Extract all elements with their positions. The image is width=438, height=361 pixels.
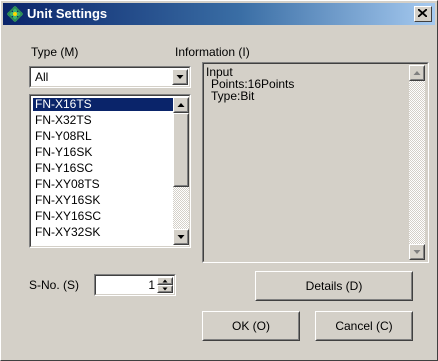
dropdown-button[interactable] [172,69,188,85]
ok-button-label: OK (O) [232,319,270,333]
info-scroll-up-button[interactable] [409,65,425,81]
chevron-up-icon [413,71,421,75]
type-dropdown-value: All [35,70,49,84]
chevron-down-icon [177,235,185,239]
ok-button[interactable]: OK (O) [202,311,300,341]
chevron-up-icon [177,103,185,107]
chevron-up-icon [162,279,168,283]
list-item[interactable]: FN-Y08RL [33,130,174,143]
chevron-down-icon [162,287,168,291]
information-text: Input Points:16Points Type:Bit [206,66,294,102]
information-label: Information (I) [175,45,250,59]
sno-decrement-button[interactable] [157,285,173,293]
info-line: Type:Bit [211,89,255,103]
type-label: Type (M) [31,45,79,59]
sno-label: S-No. (S) [29,278,80,292]
list-item[interactable]: FN-XY16SC [33,210,174,223]
info-scroll-down-button[interactable] [409,244,425,260]
scroll-thumb[interactable] [173,113,189,187]
window-title: Unit Settings [27,6,108,21]
title-bar[interactable]: Unit Settings [3,3,435,25]
scroll-up-button[interactable] [173,97,189,113]
cancel-button-label: Cancel (C) [335,319,393,333]
list-item[interactable]: FN-XY16SK [33,194,174,207]
list-item[interactable]: FN-XY08TS [33,178,174,191]
sno-stepper[interactable]: 1 [94,274,176,296]
list-item[interactable]: FN-XY32SK [33,226,174,239]
type-dropdown[interactable]: All [29,66,191,88]
scroll-down-button[interactable] [173,229,189,245]
sno-increment-button[interactable] [157,277,173,285]
close-button[interactable] [414,6,432,22]
chevron-down-icon [176,75,184,79]
list-item[interactable]: FN-X32TS [33,114,174,127]
details-button-label: Details (D) [305,279,363,293]
list-item[interactable]: FN-Y16SK [33,146,174,159]
sno-value: 1 [148,278,155,292]
type-list[interactable]: FN-X16TS FN-X32TS FN-Y08RL FN-Y16SK FN-Y16SC… [29,94,191,248]
app-icon [7,6,23,22]
information-scrollbar[interactable] [409,65,425,260]
cancel-button[interactable]: Cancel (C) [315,311,413,341]
close-icon [418,9,427,17]
chevron-down-icon [413,250,421,254]
details-button[interactable]: Details (D) [255,271,413,301]
list-item[interactable]: FN-X16TS [33,98,174,111]
list-item[interactable]: FN-Y16SC [33,162,174,175]
